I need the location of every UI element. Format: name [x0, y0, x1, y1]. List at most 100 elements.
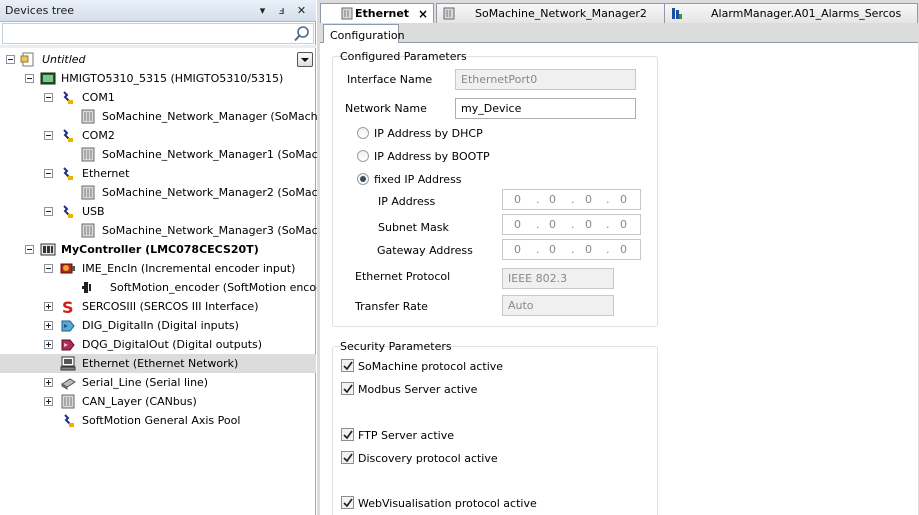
- axis-pool-icon: [64, 414, 74, 427]
- tree-item-ethernet[interactable]: Ethernet: [0, 164, 316, 183]
- tree-dropdown-button[interactable]: [297, 52, 313, 67]
- tree-item-axis-pool[interactable]: SoftMotion General Axis Pool: [0, 411, 316, 430]
- tree-item-label: SoMachine_Network_Manager1 (SoMachine: [102, 148, 342, 161]
- tree-item-label: COM1: [82, 91, 115, 104]
- tree-item-com2[interactable]: COM2: [0, 126, 316, 145]
- bootp-radio[interactable]: [357, 150, 369, 162]
- tree-item-label: SERCOSIII (SERCOS III Interface): [82, 300, 259, 313]
- devices-tree-titlebar: Devices tree ▾ ⅎ ✕: [0, 0, 316, 22]
- tree-item-label: DIG_DigitalIn (Digital inputs): [82, 319, 239, 332]
- encoder-icon: [60, 263, 75, 274]
- webvisualisation-protocol-checkbox[interactable]: [341, 496, 354, 509]
- connector-icon: [63, 91, 73, 104]
- tree-item-can-layer[interactable]: CAN_Layer (CANbus): [0, 392, 316, 411]
- network-manager-tab-icon: [443, 7, 455, 20]
- tree-item-serial-line[interactable]: Serial_Line (Serial line): [0, 373, 316, 392]
- controller-icon: [40, 243, 56, 256]
- somachine-protocol-checkbox[interactable]: [341, 359, 354, 372]
- tab-ethernet[interactable]: Ethernet ×: [320, 3, 434, 24]
- expand-toggle[interactable]: [44, 340, 53, 349]
- tree-item-usb[interactable]: USB: [0, 202, 316, 221]
- tree-item-label: SoMachine_Network_Manager3 (SoMachine: [102, 224, 342, 237]
- tab-label: Ethernet: [355, 7, 410, 20]
- tree-item-label: USB: [82, 205, 105, 218]
- network-name-input[interactable]: my_Device: [455, 98, 636, 119]
- checkbox-label: Discovery protocol active: [358, 452, 498, 465]
- tree-item-network-manager3[interactable]: SoMachine_Network_Manager3 (SoMachine: [0, 221, 341, 240]
- document-tab-bar: Ethernet × SoMachine_Network_Manager2 Al…: [317, 0, 919, 24]
- network-name-label: Network Name: [345, 102, 427, 115]
- checkbox-label: WebVisualisation protocol active: [358, 497, 537, 510]
- expand-toggle[interactable]: [44, 302, 53, 311]
- tree-item-sercos[interactable]: S SERCOSIII (SERCOS III Interface): [0, 297, 316, 316]
- tree-item-untitled[interactable]: Untitled: [0, 50, 316, 69]
- close-pane-icon[interactable]: ✕: [294, 3, 309, 18]
- tree-item-network-manager2[interactable]: SoMachine_Network_Manager2 (SoMachine: [0, 183, 341, 202]
- gateway-address-field[interactable]: 0.0.0.0: [502, 239, 641, 260]
- ip-address-field[interactable]: 0.0.0.0: [502, 189, 641, 210]
- canbus-icon: [61, 394, 75, 409]
- connector-icon: [63, 167, 73, 180]
- hmi-device-icon: [40, 72, 56, 85]
- tree-item-label: COM2: [82, 129, 115, 142]
- devices-tree-search-input[interactable]: [2, 23, 314, 44]
- transfer-rate-label: Transfer Rate: [355, 300, 428, 313]
- discovery-protocol-checkbox[interactable]: [341, 451, 354, 464]
- modbus-server-checkbox[interactable]: [341, 382, 354, 395]
- ftp-server-checkbox[interactable]: [341, 428, 354, 441]
- tab-label: SoMachine_Network_Manager2: [475, 7, 647, 20]
- collapse-toggle[interactable]: [44, 93, 53, 102]
- connector-icon: [63, 205, 73, 218]
- tree-item-label: HMIGTO5310_5315 (HMIGTO5310/5315): [61, 72, 284, 85]
- sercos-icon: S: [62, 299, 74, 314]
- dhcp-radio[interactable]: [357, 127, 369, 139]
- tree-item-mycontroller[interactable]: MyController (LMC078CECS20T): [0, 240, 316, 259]
- tree-item-network-manager1[interactable]: SoMachine_Network_Manager1 (SoMachine: [0, 145, 341, 164]
- collapse-toggle[interactable]: [44, 264, 53, 273]
- tree-item-label: IME_EncIn (Incremental encoder input): [82, 262, 296, 275]
- tree-item-com1[interactable]: COM1: [0, 88, 316, 107]
- devices-tree-pane: Devices tree ▾ ⅎ ✕ Untitled HMIGTO5310_5…: [0, 0, 347, 515]
- tree-item-softmotion-encoder[interactable]: SoftMotion_encoder (SoftMotion encoder): [0, 278, 339, 297]
- expand-toggle[interactable]: [44, 397, 53, 406]
- fixed-ip-radio[interactable]: [357, 173, 369, 185]
- close-tab-icon[interactable]: ×: [418, 7, 428, 21]
- softmotion-encoder-icon: [82, 282, 91, 293]
- collapse-toggle[interactable]: [6, 55, 15, 64]
- tree-item-dqg-digitalout[interactable]: DQG_DigitalOut (Digital outputs): [0, 335, 316, 354]
- tree-item-ethernet-network[interactable]: Ethernet (Ethernet Network): [0, 354, 316, 373]
- collapse-toggle[interactable]: [44, 207, 53, 216]
- group-title: Security Parameters: [340, 340, 452, 353]
- pin-icon[interactable]: ⅎ: [274, 3, 289, 18]
- ethernet-protocol-select[interactable]: IEEE 802.3: [502, 268, 614, 289]
- transfer-rate-select[interactable]: Auto: [502, 295, 614, 316]
- group-title: Configured Parameters: [340, 50, 467, 63]
- tree-item-label: SoftMotion General Axis Pool: [82, 414, 241, 427]
- digital-output-icon: [61, 339, 75, 351]
- tab-network-manager2[interactable]: SoMachine_Network_Manager2: [436, 3, 665, 23]
- checkbox-label: FTP Server active: [358, 429, 454, 442]
- search-icon[interactable]: [293, 25, 311, 43]
- tree-item-network-manager[interactable]: SoMachine_Network_Manager (SoMachine-N: [0, 107, 347, 126]
- subnet-mask-field[interactable]: 0.0.0.0: [502, 214, 641, 235]
- tree-item-dig-digitalin[interactable]: DIG_DigitalIn (Digital inputs): [0, 316, 316, 335]
- ip-address-label: IP Address: [378, 195, 436, 208]
- collapse-toggle[interactable]: [44, 169, 53, 178]
- expand-toggle[interactable]: [44, 321, 53, 330]
- collapse-toggle[interactable]: [25, 74, 34, 83]
- subtab-configuration[interactable]: Configuration: [323, 24, 405, 45]
- configuration-panel: Configured Parameters Interface Name Eth…: [320, 43, 918, 515]
- network-manager-icon: [81, 223, 95, 238]
- tree-item-ime-encin[interactable]: IME_EncIn (Incremental encoder input): [0, 259, 316, 278]
- dhcp-radio-label: IP Address by DHCP: [374, 127, 483, 140]
- tree-item-label: Serial_Line (Serial line): [82, 376, 209, 389]
- devices-tree-title: Devices tree: [5, 4, 74, 17]
- tab-alarm-manager[interactable]: AlarmManager.A01_Alarms_Sercos: [664, 3, 918, 23]
- serial-line-icon: [61, 378, 76, 390]
- expand-toggle[interactable]: [44, 378, 53, 387]
- tree-item-hmigto[interactable]: HMIGTO5310_5315 (HMIGTO5310/5315): [0, 69, 316, 88]
- pane-menu-icon[interactable]: ▾: [255, 3, 270, 18]
- collapse-toggle[interactable]: [25, 245, 34, 254]
- subtab-label: Configuration: [330, 29, 405, 42]
- collapse-toggle[interactable]: [44, 131, 53, 140]
